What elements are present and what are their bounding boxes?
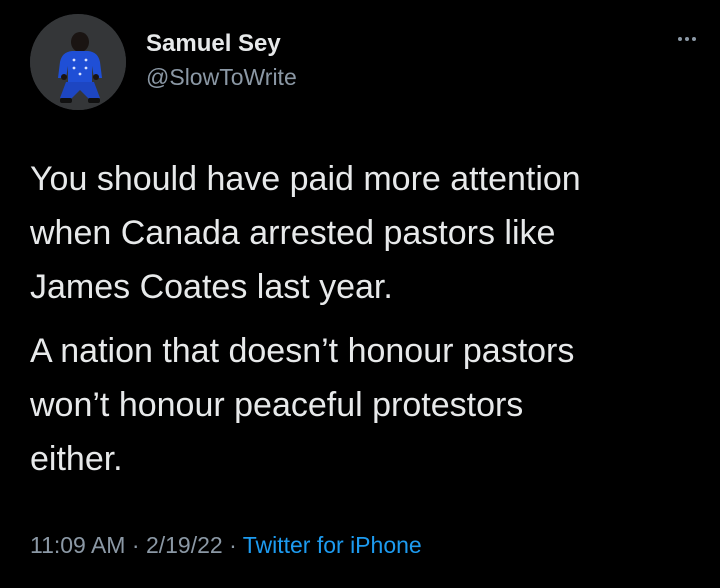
tweet-line: won’t honour peaceful protestors	[30, 386, 524, 424]
person-avatar-icon	[30, 14, 126, 110]
more-dot	[685, 37, 689, 41]
author-name[interactable]: Samuel Sey	[146, 30, 281, 58]
tweet-line: James Coates last year.	[30, 268, 393, 306]
tweet-line: A nation that doesn’t honour pastors	[30, 332, 575, 370]
author-handle[interactable]: @SlowToWrite	[146, 64, 297, 91]
more-options-icon[interactable]	[670, 30, 704, 48]
tweet-paragraph-1: You should have paid more attention when…	[30, 152, 710, 314]
tweet-meta: 11:09 AM · 2/19/22 · Twitter for iPhone	[30, 532, 422, 559]
tweet-text: You should have paid more attention when…	[30, 152, 710, 486]
tweet-card: Samuel Sey @SlowToWrite You should have …	[0, 0, 720, 588]
tweet-line: when Canada arrested pastors like	[30, 214, 556, 252]
tweet-source-link[interactable]: Twitter for iPhone	[243, 532, 422, 558]
meta-separator: ·	[222, 532, 243, 558]
tweet-time[interactable]: 11:09 AM	[30, 532, 125, 558]
more-dot	[692, 37, 696, 41]
meta-separator: ·	[125, 532, 146, 558]
tweet-paragraph-2: A nation that doesn’t honour pastors won…	[30, 324, 710, 486]
avatar[interactable]	[30, 14, 126, 110]
tweet-line: You should have paid more attention	[30, 160, 581, 198]
tweet-line: either.	[30, 440, 123, 478]
tweet-date[interactable]: 2/19/22	[146, 532, 223, 558]
more-dot	[678, 37, 682, 41]
